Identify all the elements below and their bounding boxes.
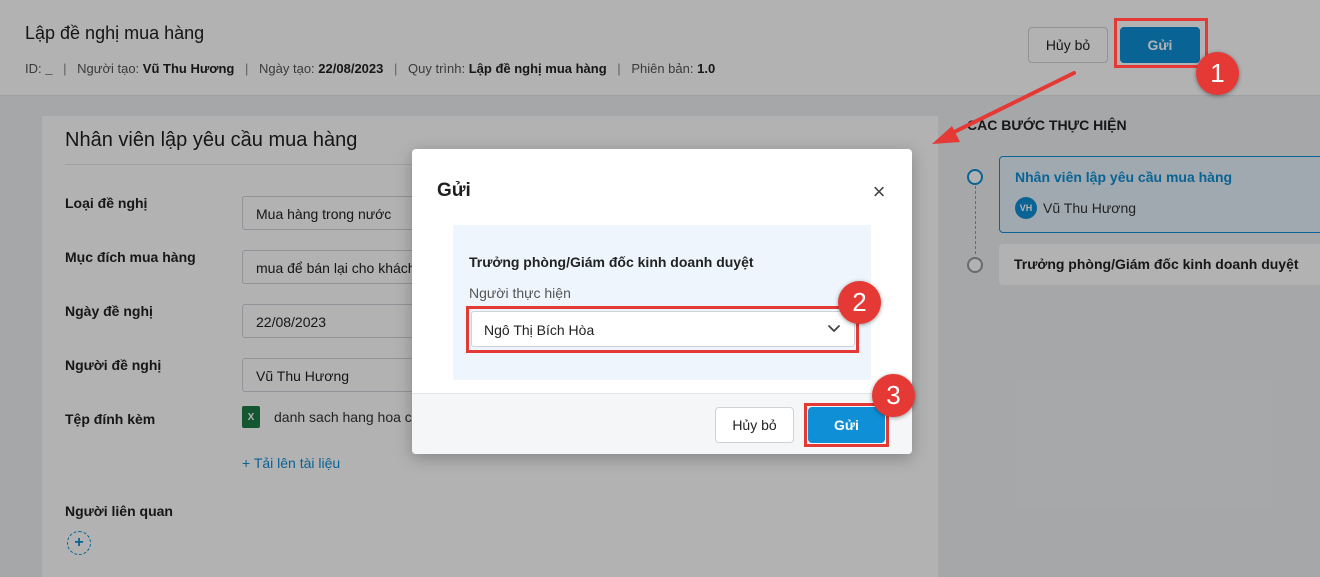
- dialog-cancel-button[interactable]: Hủy bỏ: [715, 407, 794, 443]
- highlight-performer-select: [466, 306, 859, 353]
- step-marker-3: 3: [872, 374, 915, 417]
- next-step-heading: Trưởng phòng/Giám đốc kinh doanh duyệt: [469, 254, 754, 270]
- next-step-panel: Trưởng phòng/Giám đốc kinh doanh duyệt N…: [453, 225, 871, 380]
- highlight-dialog-send: [804, 403, 889, 447]
- dialog-title: Gửi: [437, 180, 471, 201]
- performer-label: Người thực hiện: [469, 285, 571, 301]
- step-marker-2: 2: [838, 281, 881, 324]
- close-icon[interactable]: ×: [868, 181, 890, 203]
